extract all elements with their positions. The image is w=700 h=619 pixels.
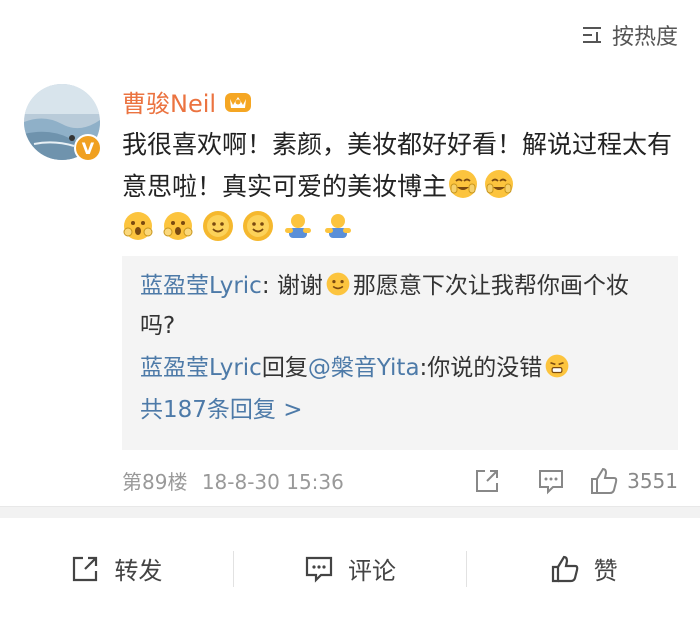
share-icon: [476, 470, 499, 492]
comment-meta: 第89楼 18-8-30 15:36: [122, 466, 344, 498]
comment-like-button[interactable]: 3551: [589, 466, 678, 496]
floor-number: 第89楼: [122, 470, 188, 494]
repost-label: 转发: [114, 557, 163, 585]
reply-text-a: : 谢谢: [261, 273, 323, 299]
view-all-replies-link[interactable]: 共187条回复 >: [140, 390, 302, 430]
like-label: 赞: [593, 557, 618, 585]
username-text[interactable]: 曹骏Neil: [122, 84, 216, 119]
comment-button[interactable]: 评论: [234, 539, 467, 599]
comment-share-button[interactable]: [455, 462, 519, 500]
comment-actions: 3551: [455, 462, 678, 500]
hug-emoji: [325, 214, 351, 238]
mention-link[interactable]: @槃音Yita: [308, 355, 420, 381]
laugh-cry-emoji: [485, 170, 514, 198]
comment-username[interactable]: 曹骏Neil: [122, 84, 252, 118]
sort-label: 按热度: [611, 25, 678, 50]
comment-body: 我很喜欢啊！素颜，美妆都好好看！解说过程太有意思啦！真实可爱的美妆博主: [122, 124, 678, 208]
thumbs-up-icon: [591, 467, 618, 494]
comment-label: 评论: [348, 557, 396, 585]
shocked-emoji: [163, 212, 193, 240]
thumbs-up-icon: [551, 555, 579, 582]
comment-icon: [539, 470, 564, 495]
sort-by-heat-button[interactable]: 按热度: [580, 18, 678, 52]
grimace-emoji: [545, 354, 569, 378]
like-count: 3551: [627, 469, 678, 493]
reply-keyword: 回复: [261, 355, 308, 381]
reply-username[interactable]: 蓝盈莹Lyric: [140, 273, 262, 299]
vip-crown-icon: [225, 93, 252, 112]
bottom-action-bar: 转发 评论 赞: [0, 518, 700, 619]
reply-item-2: 蓝盈莹Lyric回复@槃音Yita:你说的没错: [140, 348, 574, 388]
reply-item-1: 蓝盈莹Lyric: 谢谢 那愿意下次让我帮你画个妆吗?: [140, 266, 660, 346]
repost-button[interactable]: 转发: [0, 539, 233, 599]
sort-icon: [582, 27, 601, 43]
share-icon: [73, 556, 98, 581]
laugh-cry-emoji: [449, 170, 478, 198]
comment-datetime: 18-8-30 15:36: [201, 470, 344, 494]
avatar[interactable]: V: [24, 84, 102, 162]
reply-username[interactable]: 蓝盈莹Lyric: [140, 355, 262, 381]
comment-reply-button[interactable]: [519, 462, 583, 500]
like-button[interactable]: 赞: [467, 539, 700, 599]
comment-text: 我很喜欢啊！素颜，美妆都好好看！解说过程太有意思啦！真实可爱的美妆博主: [122, 130, 673, 201]
section-divider: [0, 506, 700, 518]
flower-smile-emoji: [243, 211, 273, 241]
reply-preview-box[interactable]: 蓝盈莹Lyric: 谢谢 那愿意下次让我帮你画个妆吗? 蓝盈莹Lyric回复@槃音…: [122, 256, 678, 450]
smile-emoji: [326, 272, 350, 296]
hug-emoji: [285, 214, 311, 238]
shocked-emoji: [123, 212, 153, 240]
reply-text: :你说的没错: [419, 355, 543, 381]
emoji-row: [122, 206, 358, 246]
verified-badge: V: [74, 134, 102, 162]
flower-smile-emoji: [203, 211, 233, 241]
comment-icon: [305, 556, 333, 583]
